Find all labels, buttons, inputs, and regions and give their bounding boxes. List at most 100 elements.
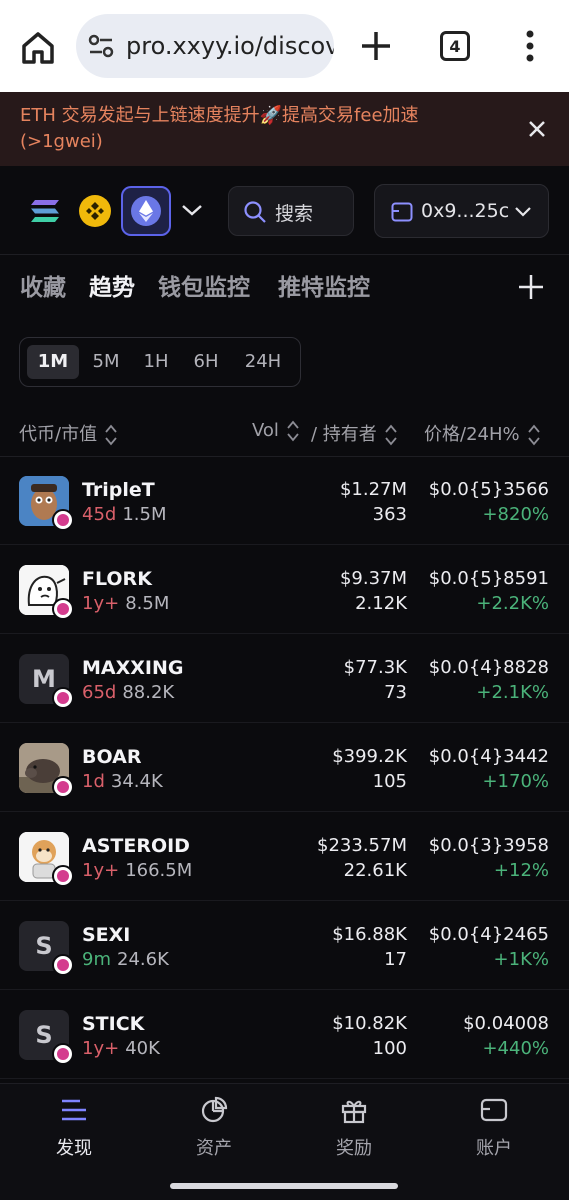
tab-favorites[interactable]: 收藏: [20, 268, 66, 302]
nav-assets[interactable]: 资产: [164, 1096, 264, 1166]
token-age: 1d 34.4K: [82, 771, 163, 792]
time-option-6h[interactable]: 6H: [184, 345, 228, 379]
address-bar[interactable]: pro.xxyy.io/discov: [76, 14, 334, 78]
column-header-token[interactable]: 代币/市值: [19, 420, 117, 446]
site-settings-icon[interactable]: [88, 34, 114, 58]
column-header-vol[interactable]: Vol: [252, 420, 299, 442]
column-token-label: 代币/市值: [19, 424, 98, 445]
url-text: pro.xxyy.io/discov: [126, 32, 334, 60]
nav-discover[interactable]: 发现: [24, 1096, 124, 1166]
home-icon[interactable]: [18, 28, 58, 68]
wallet-icon: [391, 202, 413, 222]
assets-icon: [201, 1096, 228, 1123]
divider: [0, 254, 569, 255]
chain-badge-icon: [52, 598, 74, 620]
token-change: +1K%: [493, 949, 549, 970]
token-age: 45d 1.5M: [82, 504, 167, 525]
token-row[interactable]: BOAR 1d 34.4K $399.2K 105 $0.0{4}3442 +17…: [0, 724, 569, 812]
column-header-holders[interactable]: / 持有者: [311, 420, 397, 446]
chain-badge-icon: [52, 954, 74, 976]
token-row[interactable]: S SEXI 9m 24.6K $16.88K 17 $0.0{4}2465 +1…: [0, 902, 569, 990]
announcement-banner: ETH 交易发起与上链速度提升🚀提高交易fee加速(>1gwei): [0, 92, 569, 166]
add-icon[interactable]: [516, 272, 546, 302]
token-market-cap: 8.5M: [125, 593, 170, 614]
token-change: +440%: [482, 1038, 549, 1059]
token-row[interactable]: S STICK 1y+ 40K $10.82K 100 $0.04008 +440…: [0, 991, 569, 1079]
token-age-value: 1y+: [82, 860, 120, 881]
token-volume: $16.88K: [332, 924, 407, 945]
column-vol-label: Vol: [252, 420, 279, 441]
token-volume: $9.37M: [339, 568, 407, 589]
bottom-navigation: 发现 资产 奖励 账户: [0, 1083, 569, 1200]
column-price-label: 价格/24H%: [424, 424, 520, 445]
chain-option-ethereum[interactable]: [121, 186, 171, 236]
time-option-5m[interactable]: 5M: [84, 345, 128, 379]
token-age: 1y+ 40K: [82, 1038, 160, 1059]
time-option-1m[interactable]: 1M: [27, 345, 79, 379]
token-age: 9m 24.6K: [82, 949, 169, 970]
token-age-value: 45d: [82, 504, 117, 525]
time-option-24h[interactable]: 24H: [236, 345, 290, 379]
wallet-selector[interactable]: 0x9...25c: [374, 184, 549, 238]
token-price: $0.0{4}2465: [428, 924, 549, 945]
tab-wallet-monitor[interactable]: 钱包监控: [158, 268, 250, 302]
token-market-cap: 34.4K: [110, 771, 163, 792]
token-change: +820%: [482, 504, 549, 525]
gesture-home-indicator[interactable]: [170, 1183, 398, 1189]
token-change: +2.2K%: [476, 593, 549, 614]
solana-icon[interactable]: [30, 198, 60, 224]
token-age-value: 1y+: [82, 1038, 120, 1059]
chain-badge-icon: [52, 865, 74, 887]
nav-label: 资产: [196, 1138, 232, 1159]
token-row[interactable]: ASTEROID 1y+ 166.5M $233.57M 22.61K $0.0{…: [0, 813, 569, 901]
token-name: FLORK: [82, 568, 152, 590]
nav-rewards[interactable]: 奖励: [304, 1096, 404, 1166]
column-header-price[interactable]: 价格/24H%: [424, 420, 540, 446]
token-price: $0.04008: [463, 1013, 549, 1034]
nav-label: 账户: [476, 1138, 512, 1159]
token-volume: $10.82K: [332, 1013, 407, 1034]
token-holders: 363: [372, 504, 407, 525]
chain-badge-icon: [52, 1043, 74, 1065]
tab-switcher-button[interactable]: 4: [440, 31, 470, 61]
discover-icon: [62, 1099, 86, 1121]
ethereum-icon: [131, 196, 161, 226]
token-price: $0.0{5}8591: [428, 568, 549, 589]
token-row[interactable]: TripleT 45d 1.5M $1.27M 363 $0.0{5}3566 +…: [0, 457, 569, 545]
token-volume: $77.3K: [343, 657, 407, 678]
search-icon: [244, 201, 266, 223]
token-volume: $1.27M: [339, 479, 407, 500]
more-menu-icon[interactable]: [518, 28, 542, 64]
token-row[interactable]: M MAXXING 65d 88.2K $77.3K 73 $0.0{4}8828…: [0, 635, 569, 723]
nav-account[interactable]: 账户: [444, 1096, 544, 1166]
announcement-text: ETH 交易发起与上链速度提升🚀提高交易fee加速(>1gwei): [20, 105, 419, 152]
token-price: $0.0{4}8828: [428, 657, 549, 678]
token-row[interactable]: FLORK 1y+ 8.5M $9.37M 2.12K $0.0{5}8591 +…: [0, 546, 569, 634]
token-name: SEXI: [82, 924, 131, 946]
token-market-cap: 1.5M: [122, 504, 167, 525]
token-market-cap: 24.6K: [117, 949, 169, 970]
tab-twitter-monitor[interactable]: 推特监控: [278, 268, 370, 302]
token-age-value: 65d: [82, 682, 117, 703]
nav-label: 发现: [56, 1138, 92, 1159]
search-button[interactable]: 搜索: [228, 186, 354, 236]
tab-trending[interactable]: 趋势: [89, 268, 135, 302]
bnb-icon[interactable]: [79, 195, 111, 227]
token-name: STICK: [82, 1013, 145, 1035]
token-age-value: 1d: [82, 771, 105, 792]
time-option-1h[interactable]: 1H: [136, 345, 176, 379]
token-age-value: 9m: [82, 949, 111, 970]
account-icon: [480, 1098, 508, 1122]
chain-badge-icon: [52, 687, 74, 709]
search-label: 搜索: [275, 203, 314, 225]
token-name: BOAR: [82, 746, 142, 768]
new-tab-icon[interactable]: [358, 28, 394, 64]
token-volume: $399.2K: [332, 746, 407, 767]
token-age-value: 1y+: [82, 593, 120, 614]
token-age: 1y+ 166.5M: [82, 860, 192, 881]
close-icon[interactable]: [526, 118, 548, 140]
token-change: +12%: [493, 860, 549, 881]
token-age: 65d 88.2K: [82, 682, 174, 703]
sort-icon: [105, 424, 117, 446]
chevron-down-icon[interactable]: [180, 200, 204, 220]
